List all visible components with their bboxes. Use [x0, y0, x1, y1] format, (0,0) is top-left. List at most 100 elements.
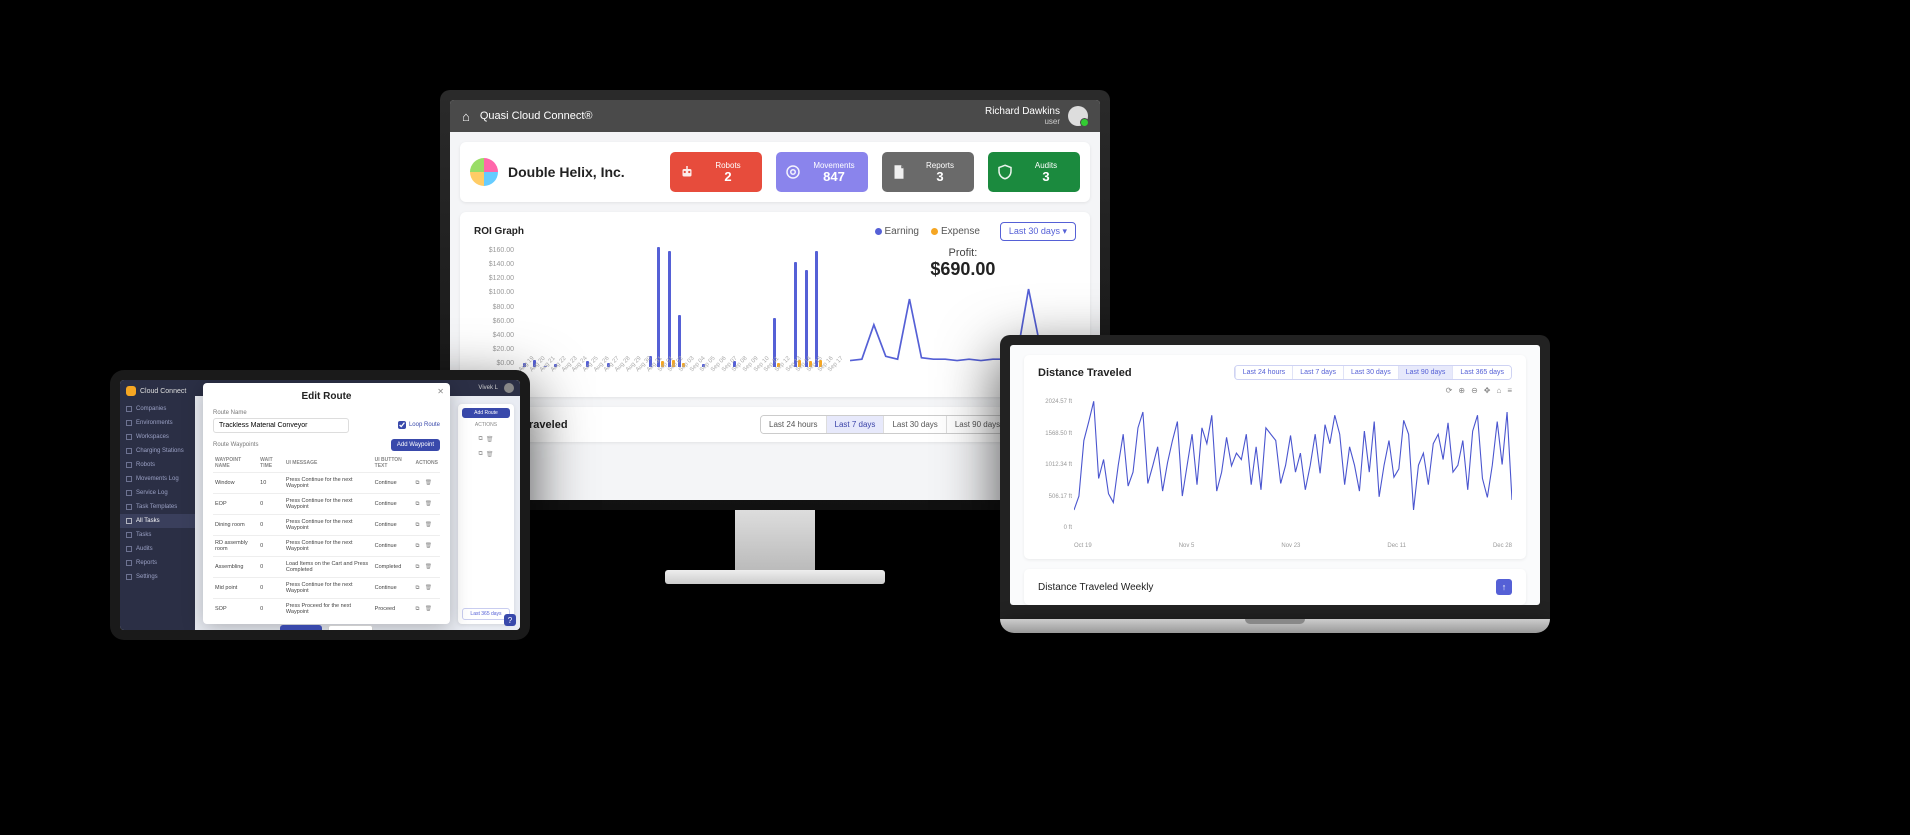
- copy-icon[interactable]: ⧉: [415, 501, 421, 507]
- sidebar-item[interactable]: Settings: [120, 570, 195, 584]
- company-block: Double Helix, Inc.: [470, 158, 656, 186]
- table-row: Mid point0Press Continue for the next Wa…: [213, 578, 440, 599]
- distance-card-desktop: Distance Traveled Last 24 hoursLast 7 da…: [460, 407, 1090, 442]
- range-tab[interactable]: Last 30 days: [1343, 366, 1398, 379]
- table-row: Assembling0Load Items on the Cart and Pr…: [213, 557, 440, 578]
- nav-icon: [126, 504, 132, 510]
- copy-icon[interactable]: ⧉: [415, 522, 421, 528]
- trash-icon[interactable]: 🗑: [486, 451, 494, 458]
- submit-button[interactable]: Submit: [280, 625, 322, 630]
- sidebar-item[interactable]: Environments: [120, 416, 195, 430]
- right-panel: Add Route ACTIONS ⧉ 🗑 ⧉ 🗑 Last 365 days: [458, 404, 514, 624]
- range-tab[interactable]: Last 30 days: [883, 416, 945, 433]
- refresh-icon[interactable]: ⟳: [1446, 386, 1453, 395]
- table-row: Window10Press Continue for the next Wayp…: [213, 473, 440, 494]
- sidebar-item[interactable]: Workspaces: [120, 430, 195, 444]
- copy-icon[interactable]: ⧉: [415, 606, 421, 612]
- trash-icon[interactable]: 🗑: [425, 522, 434, 528]
- edit-route-modal: ✕ Edit Route Route Name Loop Route Route…: [203, 383, 450, 624]
- actions-label: ACTIONS: [462, 422, 510, 428]
- sidebar-item[interactable]: Charging Stations: [120, 444, 195, 458]
- trash-icon[interactable]: 🗑: [425, 585, 434, 591]
- nav-icon: [126, 434, 132, 440]
- range-tab[interactable]: Last 90 days: [946, 416, 1008, 433]
- copy-icon[interactable]: ⧉: [415, 543, 421, 549]
- sidebar-item[interactable]: Companies: [120, 402, 195, 416]
- loop-route-checkbox[interactable]: Loop Route: [398, 421, 440, 429]
- sidebar-item[interactable]: Robots: [120, 458, 195, 472]
- stat-movements[interactable]: Movements847: [776, 152, 868, 192]
- home-icon[interactable]: ⌂: [462, 109, 470, 124]
- trash-icon[interactable]: 🗑: [486, 436, 494, 443]
- stat-robots[interactable]: Robots2: [670, 152, 762, 192]
- nav-icon: [126, 462, 132, 468]
- range-tab[interactable]: Last 90 days: [1398, 366, 1453, 379]
- trash-icon[interactable]: 🗑: [425, 501, 434, 507]
- sidebar-item[interactable]: Task Templates: [120, 500, 195, 514]
- sidebar-item[interactable]: All Tasks: [120, 514, 195, 528]
- range-tabs: Last 24 hoursLast 7 daysLast 30 daysLast…: [1234, 365, 1512, 380]
- sidebar-item[interactable]: Movements Log: [120, 472, 195, 486]
- trash-icon[interactable]: 🗑: [425, 606, 434, 612]
- nav-icon: [126, 546, 132, 552]
- copy-icon[interactable]: ⧉: [415, 585, 421, 591]
- nav-icon: [126, 490, 132, 496]
- range-chip[interactable]: Last 365 days: [462, 608, 510, 620]
- copy-icon[interactable]: ⧉: [479, 451, 483, 458]
- add-waypoint-button[interactable]: Add Waypoint: [391, 439, 440, 451]
- range-tab[interactable]: Last 7 days: [1292, 366, 1343, 379]
- sidebar-item[interactable]: Service Log: [120, 486, 195, 500]
- range-tab[interactable]: Last 24 hours: [1235, 366, 1292, 379]
- nav-icon: [126, 518, 132, 524]
- range-tab[interactable]: Last 24 hours: [761, 416, 825, 433]
- pan-icon[interactable]: ✥: [1484, 386, 1491, 395]
- tablet-user-name: Vivek L: [478, 385, 498, 391]
- discard-button[interactable]: Discard: [328, 625, 374, 630]
- profit-label: Profit:: [850, 247, 1076, 259]
- chevron-down-icon: ▾: [1062, 226, 1067, 236]
- sidebar-item[interactable]: Tasks: [120, 528, 195, 542]
- range-tab[interactable]: Last 7 days: [826, 416, 884, 433]
- table-row: SOP0Press Proceed for the next WaypointP…: [213, 599, 440, 620]
- avatar[interactable]: [504, 383, 514, 393]
- brand: Cloud Connect: [120, 380, 195, 402]
- trash-icon[interactable]: 🗑: [425, 480, 434, 486]
- nav-icon: [126, 448, 132, 454]
- sidebar-item[interactable]: Audits: [120, 542, 195, 556]
- trash-icon[interactable]: 🗑: [425, 543, 434, 549]
- scroll-top-button[interactable]: ↑: [1496, 579, 1512, 595]
- stat-audits[interactable]: Audits3: [988, 152, 1080, 192]
- nav-icon: [126, 476, 132, 482]
- stat-reports[interactable]: Reports3: [882, 152, 974, 192]
- user-menu[interactable]: Richard Dawkins user: [985, 106, 1060, 126]
- close-icon[interactable]: ✕: [437, 387, 444, 396]
- sidebar: Cloud Connect CompaniesEnvironmentsWorks…: [120, 380, 195, 630]
- trash-icon[interactable]: 🗑: [425, 564, 434, 570]
- waypoints-label: Route Waypoints: [213, 442, 258, 448]
- avatar[interactable]: [1068, 106, 1088, 126]
- menu-icon[interactable]: ≡: [1507, 386, 1512, 395]
- copy-icon[interactable]: ⧉: [415, 480, 421, 486]
- range-select[interactable]: Last 30 days ▾: [1000, 222, 1076, 241]
- add-route-button[interactable]: Add Route: [462, 408, 510, 418]
- copy-icon[interactable]: ⧉: [415, 564, 421, 570]
- range-tab[interactable]: Last 365 days: [1452, 366, 1511, 379]
- waypoints-table: WAYPOINT NAMEWAIT TIMEUI MESSAGEUI BUTTO…: [213, 454, 440, 619]
- route-name-input[interactable]: [213, 418, 349, 433]
- roi-bar-chart: $160.00$140.00$120.00$100.00$80.00$60.00…: [474, 247, 836, 387]
- nav-icon: [126, 420, 132, 426]
- home-icon[interactable]: ⌂: [1496, 386, 1501, 395]
- distance-title: Distance Traveled: [1038, 367, 1234, 379]
- sidebar-item[interactable]: Reports: [120, 556, 195, 570]
- app-title: Quasi Cloud Connect®: [480, 110, 985, 122]
- search-icon[interactable]: ⊕: [1458, 386, 1465, 395]
- legend-earning: Earning: [875, 226, 919, 237]
- help-fab[interactable]: ?: [504, 614, 516, 626]
- zoom-icon[interactable]: ⊖: [1471, 386, 1478, 395]
- copy-icon[interactable]: ⧉: [479, 436, 483, 443]
- user-name: Richard Dawkins: [985, 106, 1060, 117]
- chart-toolbar: ⟳ ⊕ ⊖ ✥ ⌂ ≡: [1038, 386, 1512, 395]
- company-logo-icon: [470, 158, 498, 186]
- nav-icon: [126, 532, 132, 538]
- nav-icon: [126, 560, 132, 566]
